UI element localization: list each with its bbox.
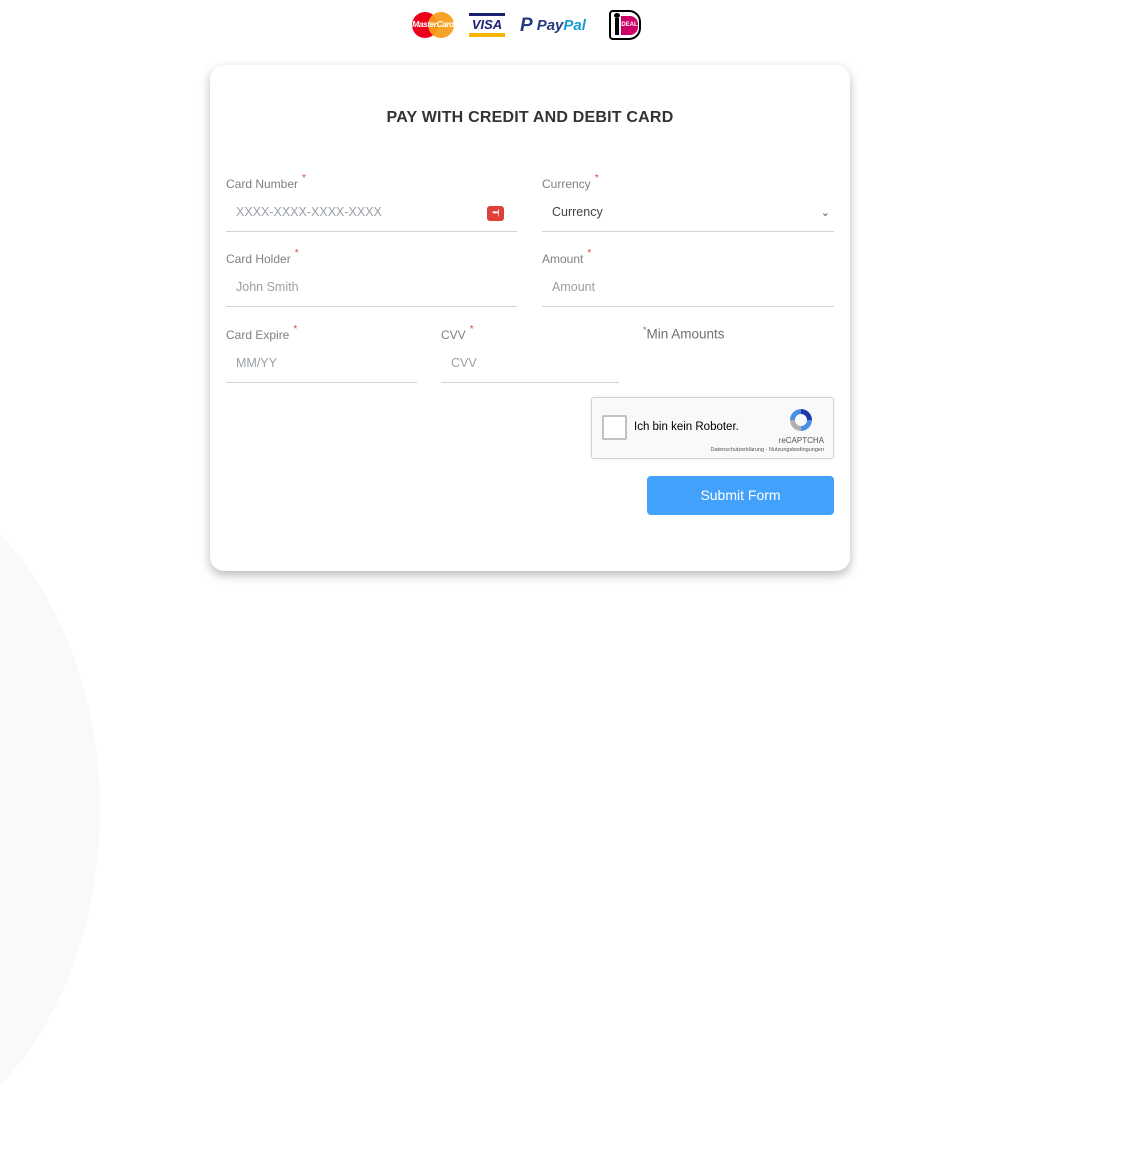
card-expire-field: Card Expire * MM/YY: [226, 324, 417, 383]
card-holder-field: Card Holder * John Smith: [226, 248, 517, 307]
paypal-logo: P PayPal: [520, 14, 586, 38]
recaptcha-widget: Ich bin kein Roboter. reCAPTCHA Datensch…: [591, 397, 834, 459]
visa-label: VISA: [471, 17, 503, 32]
required-marker: *: [594, 173, 599, 184]
card-number-field: Card Number * XXXX-XXXX-XXXX-XXXX •••|: [226, 173, 517, 232]
submit-form-button[interactable]: Submit Form: [647, 476, 834, 515]
recaptcha-checkbox[interactable]: [602, 415, 627, 440]
terms-link[interactable]: Nutzungsbedingungen: [769, 447, 824, 453]
chevron-down-icon: ⌄: [820, 207, 830, 219]
amount-input[interactable]: Amount: [542, 270, 834, 307]
card-number-label: Card Number: [226, 177, 299, 191]
card-number-input[interactable]: XXXX-XXXX-XXXX-XXXX •••|: [226, 195, 517, 232]
required-marker: *: [587, 248, 592, 259]
required-marker: *: [294, 248, 299, 259]
privacy-link[interactable]: Datenschutzerklärung: [711, 447, 765, 453]
ideal-logo: DEAL: [609, 10, 641, 40]
required-marker: *: [293, 324, 298, 335]
form-title: PAY WITH CREDIT AND DEBIT CARD: [386, 109, 674, 126]
ideal-label: DEAL: [621, 16, 638, 35]
amount-label: Amount: [542, 252, 584, 266]
paypal-label-b: Pal: [563, 17, 586, 34]
amount-placeholder: Amount: [552, 280, 596, 294]
credit-card-icon: •••|: [487, 206, 504, 221]
recaptcha-label: Ich bin kein Roboter.: [634, 421, 739, 433]
currency-selected-value: Currency: [552, 205, 603, 219]
currency-select[interactable]: Currency ⌄: [542, 195, 834, 232]
amount-field: Amount * Amount: [542, 248, 834, 307]
min-amounts-note: *Min Amounts: [643, 325, 725, 342]
visa-logo: VISA: [469, 13, 505, 37]
card-number-placeholder: XXXX-XXXX-XXXX-XXXX: [236, 205, 382, 219]
cvv-placeholder: CVV: [451, 356, 477, 370]
card-expire-label: Card Expire: [226, 328, 290, 342]
paypal-label-a: Pay: [536, 17, 564, 34]
paypal-icon: P: [520, 15, 533, 36]
required-marker: *: [469, 324, 474, 335]
card-expire-input[interactable]: MM/YY: [226, 346, 417, 383]
recaptcha-icon: [790, 409, 812, 431]
mastercard-logo: MasterCard: [412, 12, 454, 38]
currency-field: Currency * Currency ⌄: [542, 173, 834, 232]
card-expire-placeholder: MM/YY: [236, 356, 277, 370]
recaptcha-links: Datenschutzerklärung · Nutzungsbedingung…: [711, 447, 824, 453]
card-holder-placeholder: John Smith: [236, 280, 299, 294]
required-marker: *: [302, 173, 306, 184]
mastercard-label: MasterCard: [412, 19, 454, 29]
recaptcha-brand: reCAPTCHA: [778, 436, 824, 445]
payment-form-card: PAY WITH CREDIT AND DEBIT CARD Card Numb…: [210, 65, 850, 571]
links-separator: ·: [765, 447, 768, 453]
min-amounts-text: Min Amounts: [646, 326, 725, 342]
currency-label: Currency: [542, 177, 591, 191]
card-holder-label: Card Holder: [226, 252, 291, 266]
cvv-field: CVV * CVV: [441, 324, 619, 383]
cvv-label: CVV: [441, 328, 466, 342]
cvv-input[interactable]: CVV: [441, 346, 619, 383]
card-holder-input[interactable]: John Smith: [226, 270, 517, 307]
background-decoration: [0, 460, 100, 1160]
